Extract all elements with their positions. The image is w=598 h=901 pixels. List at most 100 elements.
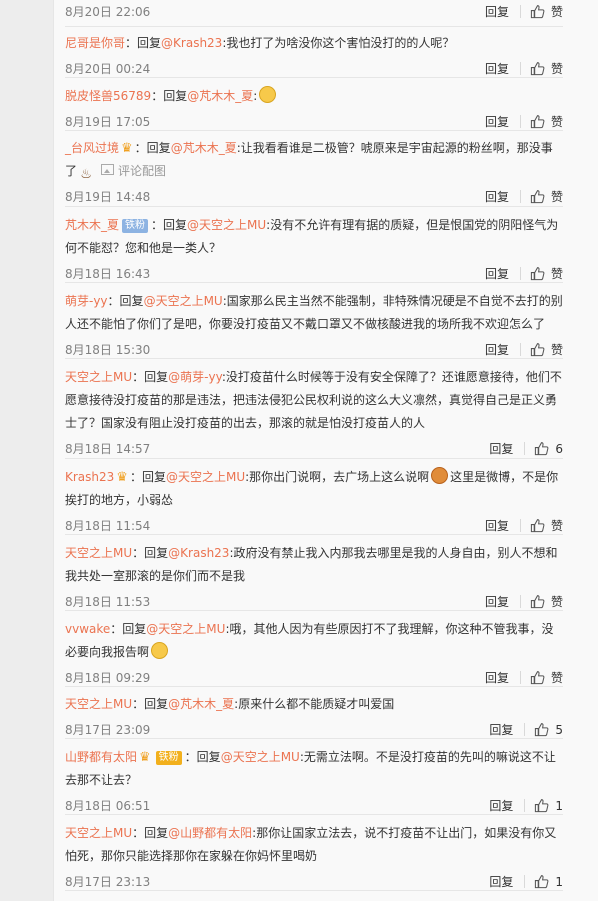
comment-time: 8月18日 14:57 bbox=[65, 442, 151, 456]
comment-time: 8月18日 11:53 bbox=[65, 595, 151, 609]
comment-author[interactable]: 天空之上MU bbox=[65, 546, 132, 560]
vip-crown-icon: ♛ bbox=[139, 750, 151, 765]
divider bbox=[524, 723, 526, 736]
comment-item: 山野都有太阳 ♛ 铁粉 ：回复@天空之上MU:无需立法啊。不是没打疫苗的先叫的嘛说这不… bbox=[65, 740, 563, 815]
reply-prefix: ：回复 bbox=[125, 36, 162, 50]
comment-author[interactable]: 天空之上MU bbox=[65, 826, 132, 840]
comment-text: vvwake：回复@天空之上MU:哦，其他人因为有些原因打不了我理解，你这种不管… bbox=[65, 612, 563, 664]
divider bbox=[519, 267, 521, 280]
like-button[interactable]: 赞 bbox=[530, 262, 563, 286]
reply-button[interactable]: 回复 bbox=[489, 442, 513, 456]
divider bbox=[519, 5, 521, 18]
reply-button[interactable]: 回复 bbox=[489, 799, 513, 813]
comment-author[interactable]: 萌芽-yy bbox=[65, 294, 108, 308]
comment-author[interactable]: 尼哥是你哥 bbox=[65, 36, 125, 50]
like-count: 1 bbox=[555, 799, 563, 813]
comment-time: 8月18日 11:54 bbox=[65, 519, 151, 533]
divider bbox=[519, 671, 521, 684]
reply-prefix: ：回复 bbox=[129, 470, 166, 484]
thumbs-up-icon bbox=[530, 267, 545, 281]
reply-button[interactable]: 回复 bbox=[485, 671, 509, 685]
comment-author[interactable]: _台风过境 bbox=[65, 141, 119, 155]
mention-link[interactable]: @天空之上MU bbox=[221, 750, 300, 764]
comment-image-label: 评论配图 bbox=[118, 164, 167, 178]
comment-item: 天空之上MU：回复@Krash23:政府没有禁止我入内那我去哪里是我的人身自由，… bbox=[65, 536, 563, 611]
mention-link[interactable]: @天空之上MU bbox=[144, 294, 223, 308]
like-count: 赞 bbox=[550, 62, 563, 76]
comment-image-link[interactable]: 评论配图 bbox=[101, 164, 166, 178]
divider bbox=[524, 875, 526, 888]
like-button[interactable]: 赞 bbox=[530, 338, 563, 362]
mention-link[interactable]: @天空之上MU bbox=[187, 218, 266, 232]
comment-actions: 回复 5 bbox=[489, 718, 563, 742]
like-button[interactable]: 赞 bbox=[530, 666, 563, 690]
mention-link[interactable]: @天空之上MU bbox=[166, 470, 245, 484]
like-count: 5 bbox=[555, 723, 563, 737]
mention-link[interactable]: @萌芽-yy bbox=[168, 370, 222, 384]
reply-prefix: ：回复 bbox=[132, 546, 169, 560]
like-button[interactable]: 1 bbox=[534, 794, 563, 818]
reply-button[interactable]: 回复 bbox=[485, 519, 509, 533]
vip-crown-icon: ♛ bbox=[116, 470, 128, 485]
mention-link[interactable]: @芃木木_夏 bbox=[187, 89, 253, 103]
comment-body: :我也打了为啥没你这个害怕没打的的人呢？ bbox=[222, 36, 455, 50]
comment-text: 天空之上MU：回复@山野都有太阳:那你让国家立法去，说不打疫苗不让出门，如果没有… bbox=[65, 816, 563, 868]
reply-button[interactable]: 回复 bbox=[485, 62, 509, 76]
comment-actions: 回复 赞 bbox=[485, 185, 563, 209]
reply-button[interactable]: 回复 bbox=[485, 115, 509, 129]
comment-text: 天空之上MU：回复@Krash23:政府没有禁止我入内那我去哪里是我的人身自由，… bbox=[65, 536, 563, 588]
like-button[interactable]: 1 bbox=[534, 870, 563, 894]
comment-meta: 8月17日 23:09 回复 5 bbox=[65, 718, 563, 742]
mention-link[interactable]: @山野都有太阳 bbox=[168, 826, 252, 840]
like-button[interactable]: 赞 bbox=[530, 0, 563, 24]
comment-text: 脱皮怪兽56789：回复@芃木木_夏: bbox=[65, 79, 563, 108]
comment-item: 8月20日 22:06 回复 赞 bbox=[65, 0, 563, 27]
like-button[interactable]: 赞 bbox=[530, 57, 563, 81]
comment-actions: 回复 1 bbox=[489, 870, 563, 894]
comment-item: 天空之上MU：回复@山野都有太阳:那你让国家立法去，说不打疫苗不让出门，如果没有… bbox=[65, 816, 563, 891]
reply-button[interactable]: 回复 bbox=[485, 343, 509, 357]
comment-meta: 8月18日 06:51 回复 1 bbox=[65, 794, 563, 818]
mention-link[interactable]: @芃木木_夏 bbox=[168, 697, 234, 711]
comment-author[interactable]: 天空之上MU bbox=[65, 370, 132, 384]
reply-prefix: ：回复 bbox=[132, 370, 169, 384]
comment-author[interactable]: 天空之上MU bbox=[65, 697, 132, 711]
mention-link[interactable]: @Krash23 bbox=[161, 36, 222, 50]
thumbs-up-icon bbox=[530, 343, 545, 357]
divider bbox=[519, 62, 521, 75]
shy-face-emoji-icon bbox=[259, 86, 277, 103]
comment-author[interactable]: 芃木木_夏 bbox=[65, 218, 119, 232]
comment-author[interactable]: 山野都有太阳 bbox=[65, 750, 137, 764]
reply-button[interactable]: 回复 bbox=[485, 190, 509, 204]
like-button[interactable]: 赞 bbox=[530, 514, 563, 538]
comment-author[interactable]: Krash23 bbox=[65, 470, 114, 484]
comment-item: _台风过境 ♛ ：回复@芃木木_夏:让我看看谁是二极管？唬原来是宇宙起源的粉丝啊，那… bbox=[65, 132, 563, 207]
like-button[interactable]: 6 bbox=[534, 437, 563, 461]
mention-link[interactable]: @芃木木_夏 bbox=[171, 141, 237, 155]
comment-author[interactable]: vvwake bbox=[65, 622, 110, 636]
thumbs-up-icon bbox=[530, 115, 545, 129]
comment-text: 萌芽-yy：回复@天空之上MU:国家那么民主当然不能强制，非特殊情况硬是不自觉不… bbox=[65, 284, 563, 336]
mention-link[interactable]: @Krash23 bbox=[168, 546, 229, 560]
comment-time: 8月20日 22:06 bbox=[65, 5, 151, 19]
like-count: 赞 bbox=[550, 595, 563, 609]
reply-button[interactable]: 回复 bbox=[489, 723, 513, 737]
like-button[interactable]: 赞 bbox=[530, 185, 563, 209]
comment-time: 8月17日 23:09 bbox=[65, 723, 151, 737]
mention-link[interactable]: @天空之上MU bbox=[146, 622, 225, 636]
comment-meta: 8月20日 00:24 回复 赞 bbox=[65, 57, 563, 81]
reply-button[interactable]: 回复 bbox=[485, 5, 509, 19]
reply-button[interactable]: 回复 bbox=[485, 267, 509, 281]
thumbs-up-icon bbox=[535, 723, 549, 737]
comment-time: 8月17日 23:13 bbox=[65, 875, 151, 889]
reply-prefix: ：回复 bbox=[184, 750, 221, 764]
reply-button[interactable]: 回复 bbox=[489, 875, 513, 889]
like-button[interactable]: 5 bbox=[534, 718, 563, 742]
comment-author[interactable]: 脱皮怪兽56789 bbox=[65, 89, 151, 103]
like-button[interactable]: 赞 bbox=[530, 110, 563, 134]
reply-button[interactable]: 回复 bbox=[485, 595, 509, 609]
image-icon bbox=[101, 164, 115, 175]
like-button[interactable]: 赞 bbox=[530, 590, 563, 614]
reply-prefix: ：回复 bbox=[132, 697, 169, 711]
comment-item: 天空之上MU：回复@芃木木_夏:原来什么都不能质疑才叫爱国 8月17日 23:0… bbox=[65, 688, 563, 739]
